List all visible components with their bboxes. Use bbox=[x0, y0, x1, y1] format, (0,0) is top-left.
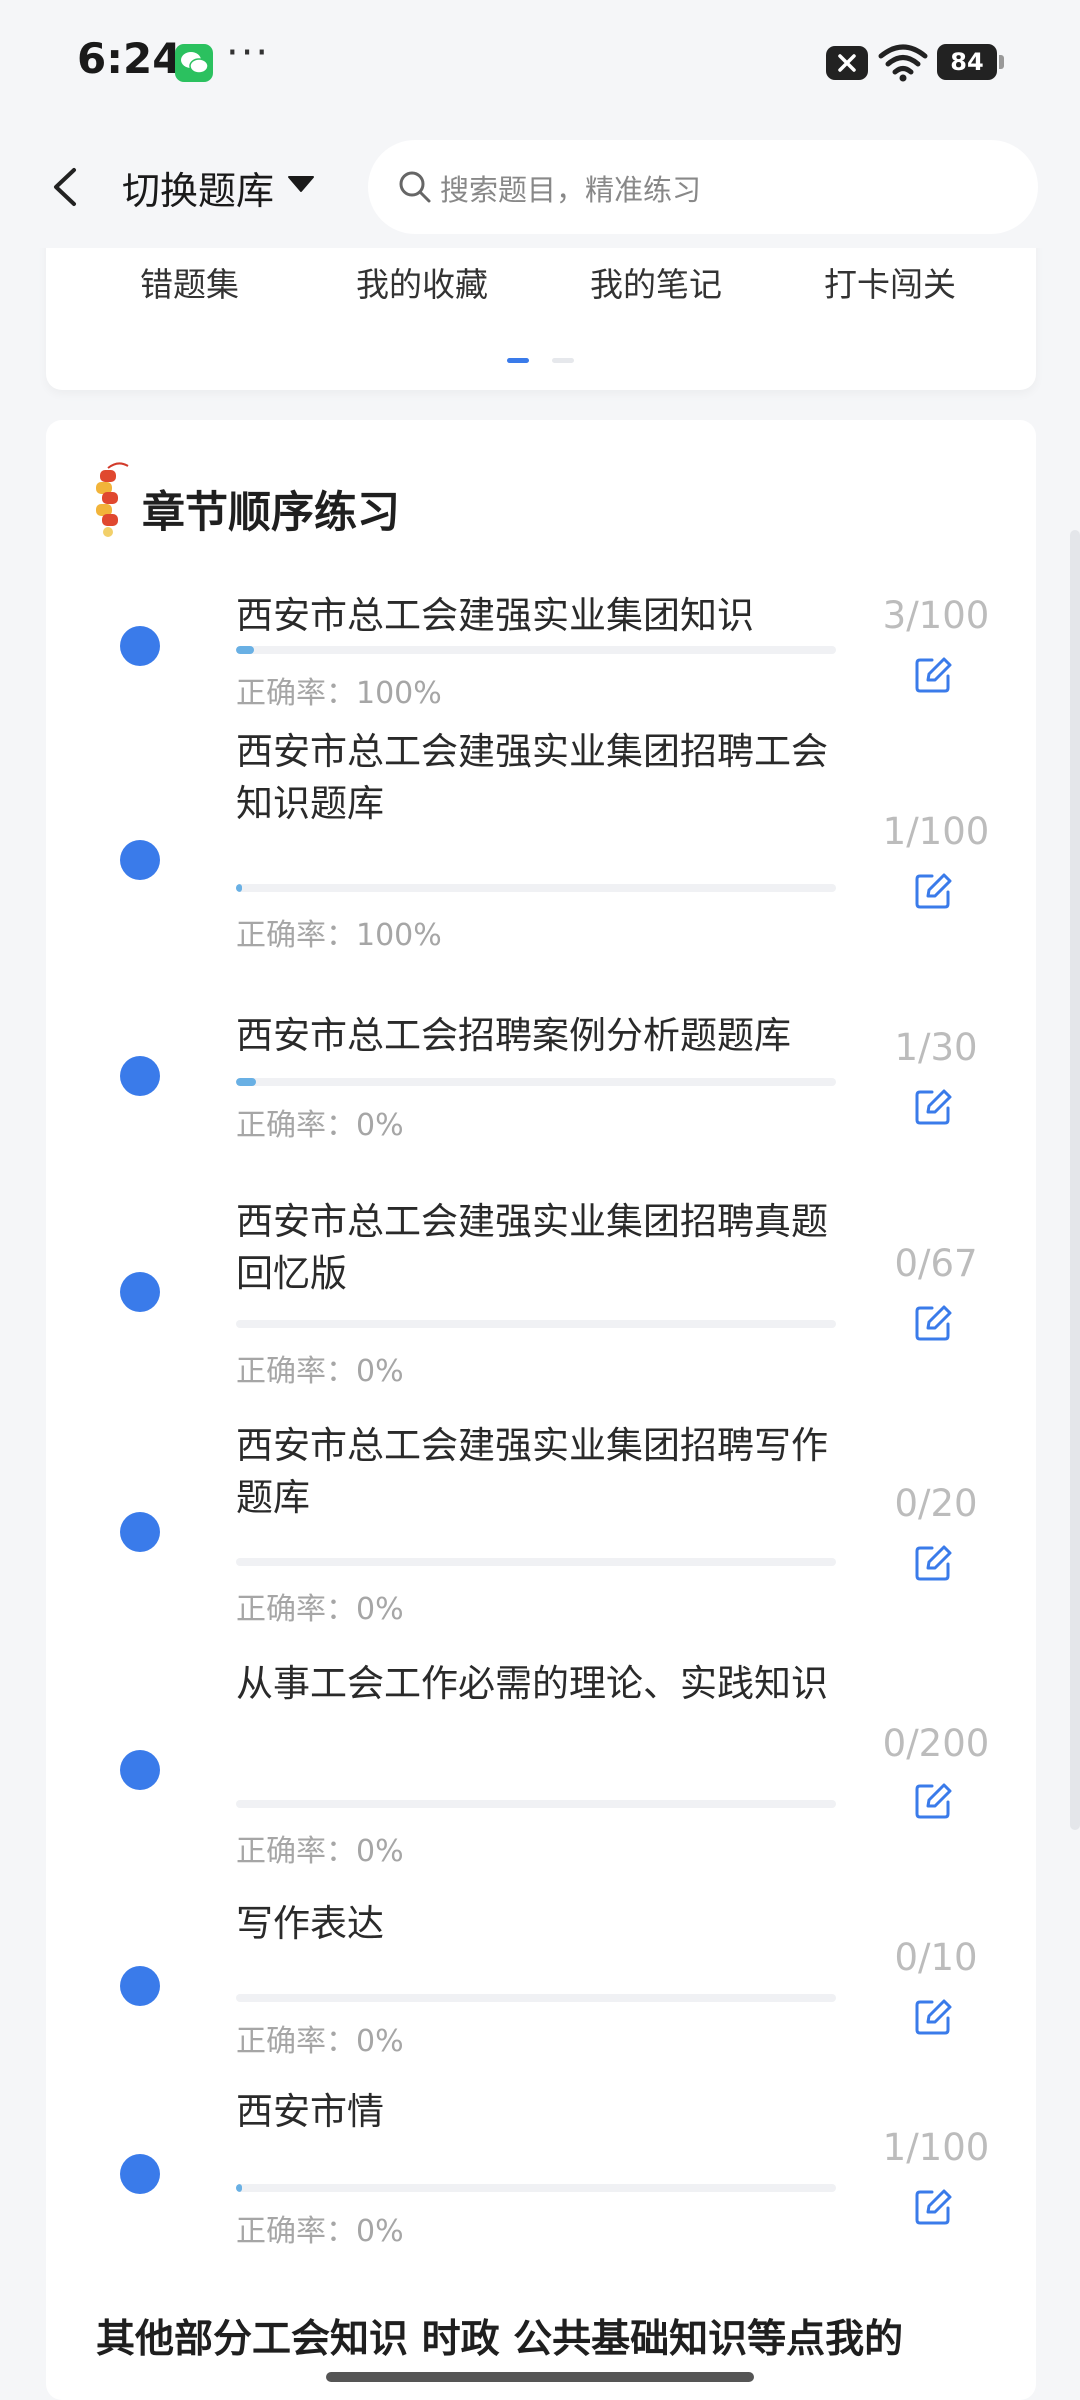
accuracy-value: 0% bbox=[356, 1834, 404, 1869]
chapter-bullet-dot bbox=[120, 2154, 160, 2194]
edit-icon[interactable] bbox=[912, 1086, 954, 1128]
tab-favorites[interactable]: 我的收藏 bbox=[356, 258, 488, 306]
chapter-progress-bar bbox=[236, 1078, 836, 1086]
accuracy-value: 0% bbox=[356, 1592, 404, 1627]
chapter-count: 0/10 bbox=[894, 1936, 978, 1979]
wifi-icon bbox=[878, 44, 928, 82]
chapter-title[interactable]: 西安市总工会建强实业集团知识 bbox=[236, 590, 836, 642]
chapter-progress-bar bbox=[236, 646, 836, 654]
status-time: 6:24 bbox=[77, 34, 182, 83]
search-placeholder: 搜索题目，精准练习 bbox=[440, 173, 702, 207]
chapter-bullet-dot bbox=[120, 626, 160, 666]
footer-hint-text[interactable]: 其他部分工会知识 时政 公共基础知识等点我的 bbox=[96, 2308, 903, 2364]
edit-icon[interactable] bbox=[912, 870, 954, 912]
accuracy-label: 正确率： bbox=[236, 918, 356, 953]
home-indicator[interactable] bbox=[326, 2372, 754, 2382]
edit-icon[interactable] bbox=[912, 2186, 954, 2228]
chapter-accuracy: 正确率：100% bbox=[236, 910, 442, 954]
edit-icon[interactable] bbox=[912, 1780, 954, 1822]
chapter-title[interactable]: 从事工会工作必需的理论、实践知识 bbox=[236, 1658, 836, 1710]
accuracy-value: 0% bbox=[356, 2214, 404, 2249]
section-title: 章节顺序练习 bbox=[142, 488, 400, 538]
tab-wrong-questions[interactable]: 错题集 bbox=[140, 258, 239, 306]
chapter-accuracy: 正确率：0% bbox=[236, 2016, 404, 2060]
accuracy-label: 正确率： bbox=[236, 1592, 356, 1627]
chapter-progress-bar bbox=[236, 884, 836, 892]
more-notifications-icon: ··· bbox=[226, 30, 271, 76]
chapter-bullet-dot bbox=[120, 1512, 160, 1552]
chapter-bullet-dot bbox=[120, 1272, 160, 1312]
chapter-progress-bar bbox=[236, 1320, 836, 1328]
accuracy-label: 正确率： bbox=[236, 1108, 356, 1143]
edit-icon[interactable] bbox=[912, 1542, 954, 1584]
page-indicator-active bbox=[507, 358, 529, 363]
chapter-count: 0/67 bbox=[894, 1242, 978, 1285]
accuracy-label: 正确率： bbox=[236, 2024, 356, 2059]
battery-indicator: 84 bbox=[937, 44, 1004, 80]
accuracy-label: 正确率： bbox=[236, 2214, 356, 2249]
page-indicator bbox=[552, 358, 574, 363]
chapter-accuracy: 正确率：0% bbox=[236, 1584, 404, 1628]
chapter-title[interactable]: 西安市总工会建强实业集团招聘写作题库 bbox=[236, 1420, 836, 1524]
chapter-count: 1/30 bbox=[894, 1026, 978, 1069]
chapter-progress-fill bbox=[236, 2184, 242, 2192]
chapter-progress-bar bbox=[236, 2184, 836, 2192]
tab-notes[interactable]: 我的笔记 bbox=[590, 258, 722, 306]
chapter-accuracy: 正确率：0% bbox=[236, 2206, 404, 2250]
chapter-bullet-dot bbox=[120, 840, 160, 880]
chapter-practice-card: 章节顺序练习 西安市总工会建强实业集团知识 正确率：100% 3/100 西安市总工会… bbox=[46, 420, 1036, 2400]
chapter-bullet-dot bbox=[120, 1966, 160, 2006]
back-arrow-icon[interactable] bbox=[46, 164, 86, 210]
chapter-title[interactable]: 写作表达 bbox=[236, 1898, 836, 1950]
firecracker-icon bbox=[96, 462, 129, 537]
chapter-title[interactable]: 西安市总工会招聘案例分析题题库 bbox=[236, 1010, 836, 1062]
accuracy-label: 正确率： bbox=[236, 1834, 356, 1869]
search-icon bbox=[399, 171, 431, 203]
chapter-title[interactable]: 西安市情 bbox=[236, 2086, 836, 2138]
search-input[interactable]: 搜索题目，精准练习 bbox=[368, 140, 1038, 234]
chapter-count: 1/100 bbox=[882, 2126, 990, 2169]
chapter-bullet-dot bbox=[120, 1056, 160, 1096]
chapter-progress-bar bbox=[236, 1800, 836, 1808]
accuracy-value: 0% bbox=[356, 1108, 404, 1143]
switch-bank-button[interactable]: 切换题库 bbox=[122, 160, 274, 215]
chapter-count: 1/100 bbox=[882, 810, 990, 853]
accuracy-label: 正确率： bbox=[236, 676, 356, 711]
edit-icon[interactable] bbox=[912, 654, 954, 696]
chapter-accuracy: 正确率：0% bbox=[236, 1826, 404, 1870]
chapter-count: 0/20 bbox=[894, 1482, 978, 1525]
chapter-accuracy: 正确率：100% bbox=[236, 668, 442, 712]
edit-icon[interactable] bbox=[912, 1996, 954, 2038]
accuracy-value: 0% bbox=[356, 1354, 404, 1389]
scrollbar[interactable] bbox=[1070, 530, 1080, 1830]
accuracy-value: 100% bbox=[356, 676, 442, 711]
chapter-accuracy: 正确率：0% bbox=[236, 1100, 404, 1144]
no-sim-icon bbox=[826, 46, 868, 80]
tab-check-in[interactable]: 打卡闯关 bbox=[824, 258, 956, 306]
chapter-count: 0/200 bbox=[882, 1722, 990, 1765]
chapter-accuracy: 正确率：0% bbox=[236, 1346, 404, 1390]
accuracy-label: 正确率： bbox=[236, 1354, 356, 1389]
chapter-count: 3/100 bbox=[882, 594, 990, 637]
edit-icon[interactable] bbox=[912, 1302, 954, 1344]
chapter-progress-bar bbox=[236, 1994, 836, 2002]
chapter-title[interactable]: 西安市总工会建强实业集团招聘工会知识题库 bbox=[236, 726, 836, 830]
chapter-bullet-dot bbox=[120, 1750, 160, 1790]
accuracy-value: 0% bbox=[356, 2024, 404, 2059]
chapter-progress-fill bbox=[236, 884, 242, 892]
chapter-title[interactable]: 西安市总工会建强实业集团招聘真题回忆版 bbox=[236, 1196, 836, 1300]
caret-down-icon[interactable] bbox=[286, 174, 316, 194]
wechat-notification-icon bbox=[175, 44, 213, 82]
status-bar: 6:24 ··· 84 bbox=[0, 0, 1080, 126]
accuracy-value: 100% bbox=[356, 918, 442, 953]
chapter-progress-bar bbox=[236, 1558, 836, 1566]
chapter-progress-fill bbox=[236, 646, 254, 654]
app-header: 切换题库 搜索题目，精准练习 bbox=[0, 126, 1080, 248]
chapter-progress-fill bbox=[236, 1078, 256, 1086]
